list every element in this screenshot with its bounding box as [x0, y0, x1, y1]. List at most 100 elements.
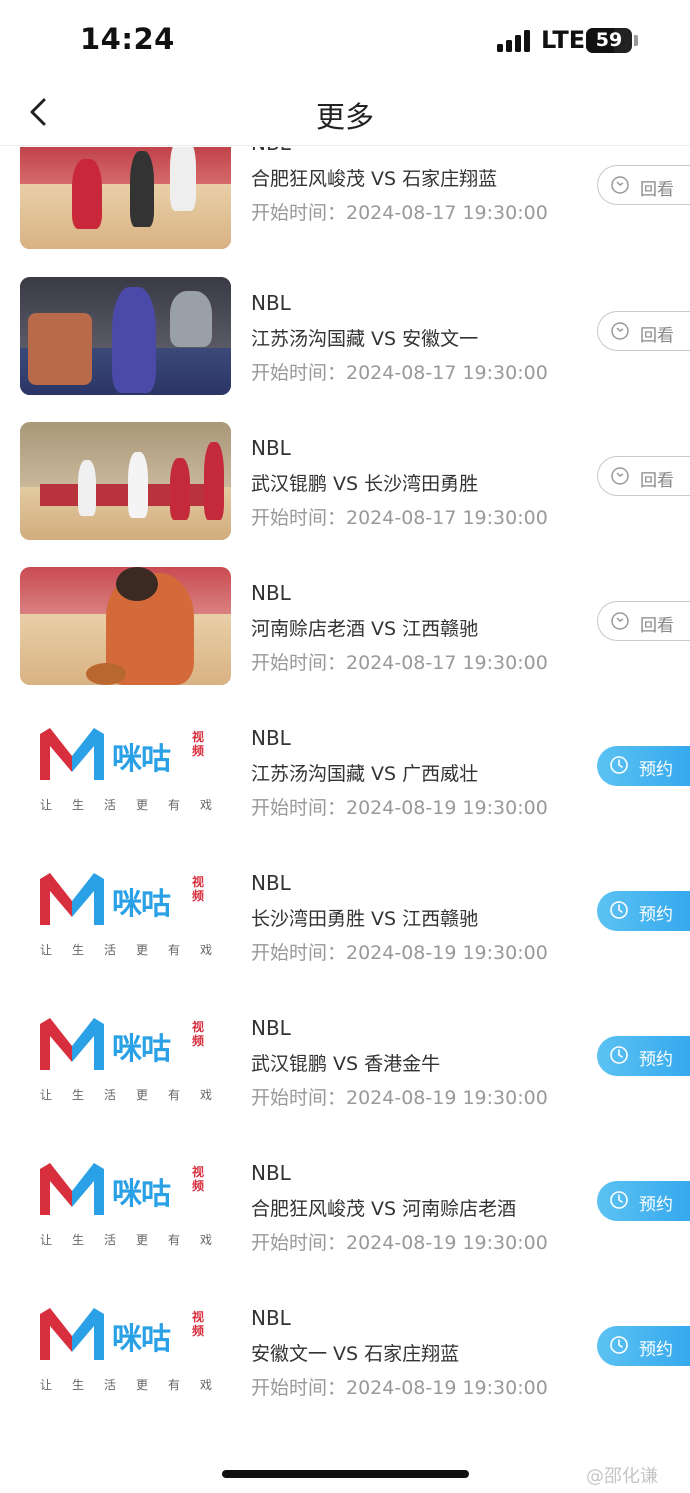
logo-slogan: 让生活更有戏	[40, 943, 231, 957]
home-indicator[interactable]	[222, 1470, 469, 1478]
match-title: 长沙湾田勇胜 VS 江西赣驰	[251, 908, 479, 930]
start-time: 开始时间：2024-08-19 19:30:00	[251, 1377, 548, 1399]
logo-slogan: 让生活更有戏	[40, 1378, 231, 1392]
start-time: 开始时间：2024-08-17 19:30:00	[251, 202, 548, 224]
start-time: 开始时间：2024-08-17 19:30:00	[251, 507, 548, 529]
reserve-label: 预约	[639, 760, 673, 780]
list-item[interactable]: NBL 武汉锟鹏 VS 长沙湾田勇胜 开始时间：2024-08-17 19:30…	[0, 422, 690, 542]
match-thumbnail	[20, 147, 231, 249]
start-time: 开始时间：2024-08-19 19:30:00	[251, 797, 548, 819]
reserve-label: 预约	[639, 1050, 673, 1070]
logo-name: 咪咕	[112, 1177, 171, 1212]
league-label: NBL	[251, 871, 291, 895]
page-title: 更多	[315, 100, 374, 134]
migu-logo-icon	[40, 1308, 104, 1360]
replay-label: 回看	[640, 616, 674, 636]
list-item[interactable]: 咪咕 视频 让生活更有戏 NBL 合肥狂风峻茂 VS 河南赊店老酒 开始时间：2…	[0, 1147, 690, 1267]
reserve-label: 预约	[639, 1195, 673, 1215]
battery-level: 59	[595, 29, 623, 51]
replay-icon	[611, 612, 629, 630]
reserve-button[interactable]: 预约	[597, 1326, 690, 1366]
status-bar: 14:24 LTE 59	[0, 0, 690, 82]
migu-logo-icon	[40, 873, 104, 925]
logo-sub: 视频	[192, 1165, 205, 1193]
start-time: 开始时间：2024-08-19 19:30:00	[251, 1232, 548, 1254]
league-label: NBL	[251, 291, 291, 315]
brand-logo-thumbnail: 咪咕 视频 让生活更有戏	[20, 1292, 231, 1410]
match-title: 江苏汤沟国藏 VS 安徽文一	[251, 328, 479, 350]
replay-button[interactable]: 回看	[597, 601, 690, 641]
brand-logo-thumbnail: 咪咕 视频 让生活更有戏	[20, 857, 231, 975]
reserve-button[interactable]: 预约	[597, 1036, 690, 1076]
logo-sub: 视频	[192, 1310, 205, 1338]
replay-label: 回看	[640, 471, 674, 491]
battery-icon: 59	[586, 28, 632, 53]
league-label: NBL	[251, 726, 291, 750]
league-label: NBL	[251, 581, 291, 605]
match-title: 武汉锟鹏 VS 香港金牛	[251, 1053, 441, 1075]
match-title: 合肥狂风峻茂 VS 石家庄翔蓝	[251, 168, 498, 190]
match-title: 江苏汤沟国藏 VS 广西威壮	[251, 763, 479, 785]
logo-name: 咪咕	[112, 742, 171, 777]
league-label: NBL	[251, 1306, 291, 1330]
logo-name: 咪咕	[112, 1322, 171, 1357]
list-item[interactable]: NBL 合肥狂风峻茂 VS 石家庄翔蓝 开始时间：2024-08-17 19:3…	[0, 147, 690, 251]
match-list: NBL 合肥狂风峻茂 VS 石家庄翔蓝 开始时间：2024-08-17 19:3…	[0, 147, 690, 1457]
replay-label: 回看	[640, 180, 674, 200]
start-time: 开始时间：2024-08-17 19:30:00	[251, 652, 548, 674]
logo-slogan: 让生活更有戏	[40, 1088, 231, 1102]
signal-icon	[497, 30, 533, 52]
league-label: NBL	[251, 1161, 291, 1185]
match-title: 合肥狂风峻茂 VS 河南赊店老酒	[251, 1198, 517, 1220]
migu-logo-icon	[40, 1163, 104, 1215]
list-item[interactable]: 咪咕 视频 让生活更有戏 NBL 江苏汤沟国藏 VS 广西威壮 开始时间：202…	[0, 712, 690, 832]
list-item[interactable]: 咪咕 视频 让生活更有戏 NBL 安徽文一 VS 石家庄翔蓝 开始时间：2024…	[0, 1292, 690, 1412]
league-label: NBL	[251, 436, 291, 460]
list-item[interactable]: 咪咕 视频 让生活更有戏 NBL 长沙湾田勇胜 VS 江西赣驰 开始时间：202…	[0, 857, 690, 977]
start-time: 开始时间：2024-08-19 19:30:00	[251, 942, 548, 964]
start-time: 开始时间：2024-08-17 19:30:00	[251, 362, 548, 384]
replay-label: 回看	[640, 326, 674, 346]
match-title: 武汉锟鹏 VS 长沙湾田勇胜	[251, 473, 479, 495]
nav-bar: 更多	[0, 82, 690, 146]
replay-icon	[611, 322, 629, 340]
reserve-label: 预约	[639, 1340, 673, 1360]
logo-sub: 视频	[192, 730, 205, 758]
start-time: 开始时间：2024-08-19 19:30:00	[251, 1087, 548, 1109]
status-time: 14:24	[80, 22, 175, 56]
logo-sub: 视频	[192, 1020, 205, 1048]
clock-icon	[610, 1336, 628, 1354]
replay-button[interactable]: 回看	[597, 456, 690, 496]
clock-icon	[610, 756, 628, 774]
migu-logo-icon	[40, 1018, 104, 1070]
match-title: 安徽文一 VS 石家庄翔蓝	[251, 1343, 460, 1365]
clock-icon	[610, 901, 628, 919]
replay-icon	[611, 467, 629, 485]
list-item[interactable]: NBL 江苏汤沟国藏 VS 安徽文一 开始时间：2024-08-17 19:30…	[0, 277, 690, 397]
match-thumbnail	[20, 567, 231, 685]
reserve-button[interactable]: 预约	[597, 1181, 690, 1221]
clock-icon	[610, 1191, 628, 1209]
list-item[interactable]: NBL 河南赊店老酒 VS 江西赣驰 开始时间：2024-08-17 19:30…	[0, 567, 690, 687]
network-label: LTE	[541, 26, 586, 54]
match-thumbnail	[20, 277, 231, 395]
watermark: @邵化谦	[586, 1466, 658, 1487]
logo-slogan: 让生活更有戏	[40, 798, 231, 812]
battery-tip	[634, 35, 638, 46]
list-item[interactable]: 咪咕 视频 让生活更有戏 NBL 武汉锟鹏 VS 香港金牛 开始时间：2024-…	[0, 1002, 690, 1122]
league-label: NBL	[251, 1016, 291, 1040]
replay-icon	[611, 176, 629, 194]
clock-icon	[610, 1046, 628, 1064]
match-thumbnail	[20, 422, 231, 540]
replay-button[interactable]: 回看	[597, 311, 690, 351]
reserve-button[interactable]: 预约	[597, 746, 690, 786]
brand-logo-thumbnail: 咪咕 视频 让生活更有戏	[20, 1147, 231, 1265]
logo-slogan: 让生活更有戏	[40, 1233, 231, 1247]
reserve-button[interactable]: 预约	[597, 891, 690, 931]
match-title: 河南赊店老酒 VS 江西赣驰	[251, 618, 479, 640]
replay-button[interactable]: 回看	[597, 165, 690, 205]
logo-name: 咪咕	[112, 887, 171, 922]
logo-sub: 视频	[192, 875, 205, 903]
brand-logo-thumbnail: 咪咕 视频 让生活更有戏	[20, 712, 231, 830]
logo-name: 咪咕	[112, 1032, 171, 1067]
